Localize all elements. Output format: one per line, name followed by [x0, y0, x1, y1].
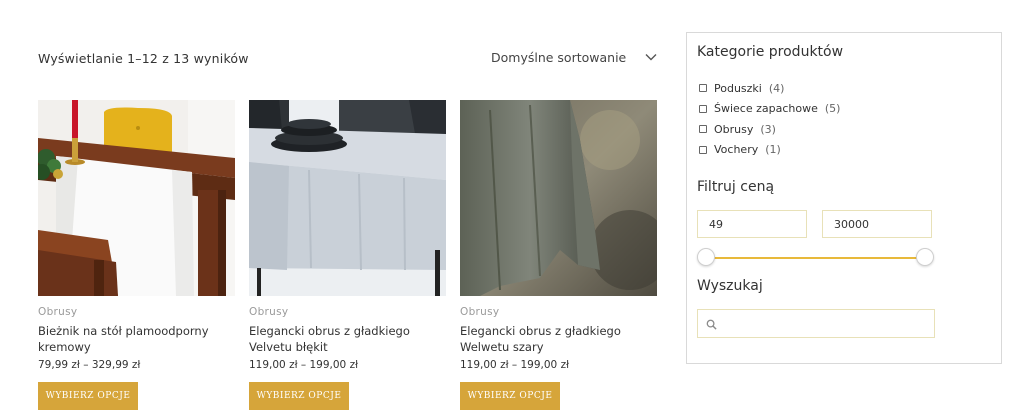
product-card: Obrusy Bieżnik na stół plamoodporny krem… — [38, 100, 235, 410]
product-image[interactable] — [249, 100, 446, 296]
select-options-button[interactable]: WYBIERZ OPCJE — [38, 382, 138, 410]
category-count: (1) — [765, 143, 781, 157]
checkbox[interactable] — [699, 84, 707, 93]
category-label: Vochery — [714, 143, 759, 157]
sort-label: Domyślne sortowanie — [491, 49, 627, 65]
category-label: Świece zapachowe — [714, 102, 818, 116]
category-filter-item[interactable]: Poduszki (4) — [699, 78, 840, 99]
search-box[interactable] — [697, 309, 935, 339]
product-card: Obrusy Elegancki obrus z gładkiego Welwe… — [460, 100, 657, 410]
search-input[interactable] — [724, 310, 933, 339]
select-options-button[interactable]: WYBIERZ OPCJE — [249, 382, 349, 410]
price-filter-heading: Filtruj ceną — [697, 179, 775, 195]
sort-select[interactable]: Domyślne sortowanie — [491, 48, 657, 66]
product-title[interactable]: Elegancki obrus z gładkiego Velvetu błęk… — [249, 323, 439, 355]
product-title[interactable]: Bieżnik na stół plamoodporny kremowy — [38, 323, 228, 355]
categories-heading: Kategorie produktów — [697, 44, 844, 60]
select-options-button[interactable]: WYBIERZ OPCJE — [460, 382, 560, 410]
category-filter-item[interactable]: Obrusy (3) — [699, 119, 840, 140]
product-title[interactable]: Elegancki obrus z gładkiego Welwetu szar… — [460, 323, 650, 355]
search-icon — [706, 319, 717, 330]
product-image[interactable] — [460, 100, 657, 296]
product-image[interactable] — [38, 100, 235, 296]
checkbox[interactable] — [699, 125, 707, 134]
product-price: 79,99 zł – 329,99 zł — [38, 359, 141, 371]
price-slider-track[interactable] — [705, 257, 925, 259]
category-label: Obrusy — [714, 122, 754, 136]
category-label: Poduszki — [714, 81, 762, 95]
category-count: (5) — [824, 102, 841, 116]
product-price: 119,00 zł – 199,00 zł — [460, 359, 570, 371]
category-count: (4) — [768, 81, 785, 95]
price-max-input[interactable] — [822, 210, 932, 238]
category-list: Poduszki (4) Świece zapachowe (5) Obrusy… — [699, 78, 840, 160]
price-slider-max-handle[interactable] — [916, 248, 934, 266]
price-slider-min-handle[interactable] — [697, 248, 715, 266]
search-heading: Wyszukaj — [697, 278, 763, 294]
product-category[interactable]: Obrusy — [249, 306, 288, 318]
product-card: Obrusy Elegancki obrus z gładkiego Velve… — [249, 100, 446, 410]
chevron-down-icon — [645, 54, 657, 61]
product-category[interactable]: Obrusy — [460, 306, 499, 318]
category-filter-item[interactable]: Vochery (1) — [699, 140, 840, 161]
product-category[interactable]: Obrusy — [38, 306, 77, 318]
category-count: (3) — [760, 122, 776, 136]
product-price: 119,00 zł – 199,00 zł — [249, 359, 359, 371]
category-filter-item[interactable]: Świece zapachowe (5) — [699, 99, 840, 120]
checkbox[interactable] — [699, 104, 707, 113]
checkbox[interactable] — [699, 145, 707, 154]
result-count: Wyświetlanie 1–12 z 13 wyników — [38, 51, 249, 66]
sidebar: Kategorie produktów Poduszki (4) Świece … — [686, 32, 1002, 364]
price-min-input[interactable] — [697, 210, 807, 238]
